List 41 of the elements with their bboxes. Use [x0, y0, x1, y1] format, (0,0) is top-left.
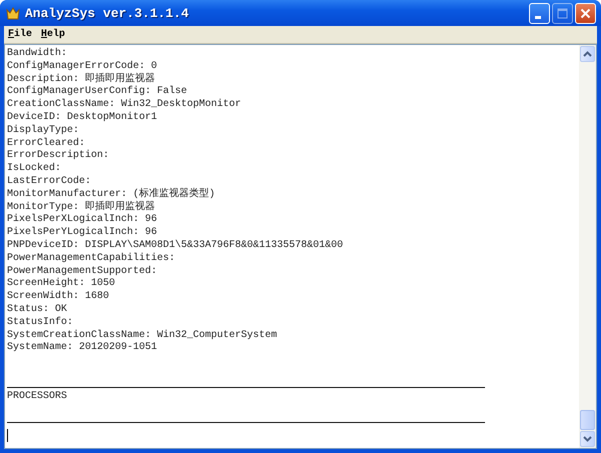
scrollbar[interactable]: [579, 45, 596, 448]
text-cursor: [7, 429, 8, 442]
text-line: PixelsPerXLogicalInch: 96: [7, 214, 158, 226]
chevron-down-icon: [583, 436, 592, 442]
close-button[interactable]: [575, 2, 596, 24]
scroll-thumb[interactable]: [580, 410, 595, 430]
text-line: CreationClassName: Win32_DesktopMonitor: [7, 99, 242, 112]
text-line: ScreenHeight: 1050: [7, 278, 116, 290]
text-line: PNPDeviceID: DISPLAY\SAM08D1\5&33A796F8&0&11335578&01&00: [7, 240, 344, 252]
text-line: Status: OK: [7, 304, 68, 316]
text-line: PowerManagementSupported:: [7, 266, 158, 278]
menu-item[interactable]: Help: [41, 29, 66, 40]
text-line: IsLocked:: [7, 163, 62, 176]
text-line: Description: 即插即用监视器: [7, 74, 156, 86]
text-line: ScreenWidth: 1680: [7, 291, 110, 304]
text-line: MonitorType: 即插即用监视器: [7, 202, 156, 214]
menu-item[interactable]: File: [8, 29, 32, 40]
minimize-button[interactable]: [529, 2, 550, 24]
text-line: SystemCreationClassName: Win32_ComputerSystem: [7, 330, 278, 342]
scroll-down-button[interactable]: [580, 431, 595, 447]
text-line: Bandwidth:: [7, 48, 68, 60]
text-line: DeviceID: DesktopMonitor1: [7, 112, 158, 124]
text-line: ConfigManagerUserConfig: False: [7, 86, 188, 98]
scroll-up-button[interactable]: [580, 46, 595, 62]
text-line: ErrorCleared:: [7, 138, 86, 150]
text-line: PROCESSORS: [7, 390, 68, 404]
text-line: ErrorDescription:: [7, 150, 110, 162]
text-line: PixelsPerYLogicalInch: 96: [7, 227, 158, 240]
chevron-up-icon: [583, 51, 592, 57]
maximize-icon: [557, 8, 568, 18]
text-line: MonitorManufacturer: (标准监视器类型): [7, 188, 216, 200]
text-line: SystemName: 20120209-1051: [7, 342, 158, 356]
minimize-icon: [534, 16, 540, 18]
text-line: PowerManagementCapabilities:: [7, 252, 176, 266]
text-line: ConfigManagerErrorCode: 0: [7, 60, 158, 72]
close-icon: [580, 8, 591, 18]
text-line: DisplayType:: [7, 124, 80, 138]
window-title: AnalyzSys ver.3.1.1.4: [25, 6, 190, 20]
text-line: StatusInfo:: [7, 316, 74, 330]
crown-icon: [6, 6, 20, 20]
text-line: LastErrorCode:: [7, 176, 92, 188]
